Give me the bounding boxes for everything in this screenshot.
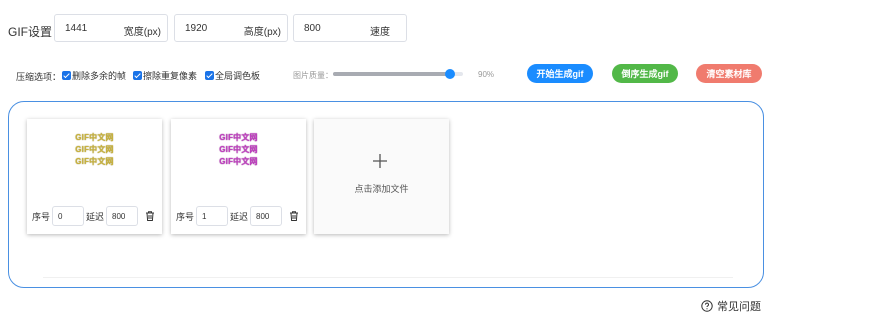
speed-value: 800 [304,23,321,34]
quality-slider[interactable] [333,69,463,79]
add-file-label: 点击添加文件 [354,184,409,194]
frame-preview-image: GIF中文网 GIF中文网 GIF中文网 [171,132,306,168]
erase-duplicate-pixels-option[interactable]: 擦除重复像素 [133,69,197,82]
frames-drop-area[interactable]: GIF中文网 GIF中文网 GIF中文网 序号 0 延迟 800 GIF中文网 … [8,101,764,288]
global-palette-checkbox[interactable] [205,71,214,80]
reverse-generate-gif-button[interactable]: 倒序生成gif [612,64,678,83]
height-unit-label: 高度(px) [243,27,281,38]
speed-field[interactable]: 800 速度 [293,14,407,42]
quality-slider-handle[interactable] [445,69,455,79]
start-generate-gif-button[interactable]: 开始生成gif [527,64,593,83]
add-file-card[interactable]: 点击添加文件 [314,119,449,234]
question-circle-icon [701,300,713,312]
delay-input[interactable]: 800 [250,206,283,226]
faq-link[interactable]: 常见问题 [701,298,761,314]
remove-extra-frames-checkbox[interactable] [62,71,71,80]
global-palette-option[interactable]: 全局调色板 [205,69,260,82]
delay-label: 延迟 [230,211,249,222]
image-quality-label: 图片质量： [293,71,333,80]
delay-label: 延迟 [86,211,105,222]
width-field[interactable]: 1441 宽度(px) [54,14,168,42]
order-label: 序号 [32,211,51,222]
order-input[interactable]: 1 [196,206,229,226]
quality-value: 90% [478,70,495,79]
preview-text-line: GIF中文网 [219,157,258,166]
width-value: 1441 [65,23,88,34]
plus-icon [373,154,387,168]
trash-icon[interactable] [144,210,156,222]
global-palette-label: 全局调色板 [215,71,261,81]
clear-library-button[interactable]: 清空素材库 [696,64,762,83]
height-field[interactable]: 1920 高度(px) [174,14,288,42]
preview-text-line: GIF中文网 [75,157,114,166]
preview-text-line: GIF中文网 [219,133,258,142]
erase-duplicate-pixels-checkbox[interactable] [133,71,142,80]
quality-slider-fill [333,72,450,76]
preview-text-line: GIF中文网 [75,133,114,142]
remove-extra-frames-label: 删除多余的帧 [72,71,127,81]
preview-text-line: GIF中文网 [219,145,258,154]
frame-card: GIF中文网 GIF中文网 GIF中文网 序号 0 延迟 800 [27,119,162,234]
frame-preview-image: GIF中文网 GIF中文网 GIF中文网 [27,132,162,168]
trash-icon[interactable] [288,210,300,222]
height-value: 1920 [185,23,208,34]
erase-duplicate-pixels-label: 擦除重复像素 [143,71,198,81]
preview-text-line: GIF中文网 [75,145,114,154]
frame-controls: 序号 1 延迟 800 [176,206,300,226]
order-label: 序号 [176,211,195,222]
frame-card: GIF中文网 GIF中文网 GIF中文网 序号 1 延迟 800 [171,119,306,234]
faq-label: 常见问题 [717,301,761,313]
delay-input[interactable]: 800 [106,206,139,226]
drop-area-divider [43,277,733,278]
compression-options-label: 压缩选项： [16,72,62,82]
order-input[interactable]: 0 [52,206,85,226]
speed-unit-label: 速度 [370,27,390,38]
width-unit-label: 宽度(px) [123,27,161,38]
frame-controls: 序号 0 延迟 800 [32,206,156,226]
remove-extra-frames-option[interactable]: 删除多余的帧 [62,69,126,82]
